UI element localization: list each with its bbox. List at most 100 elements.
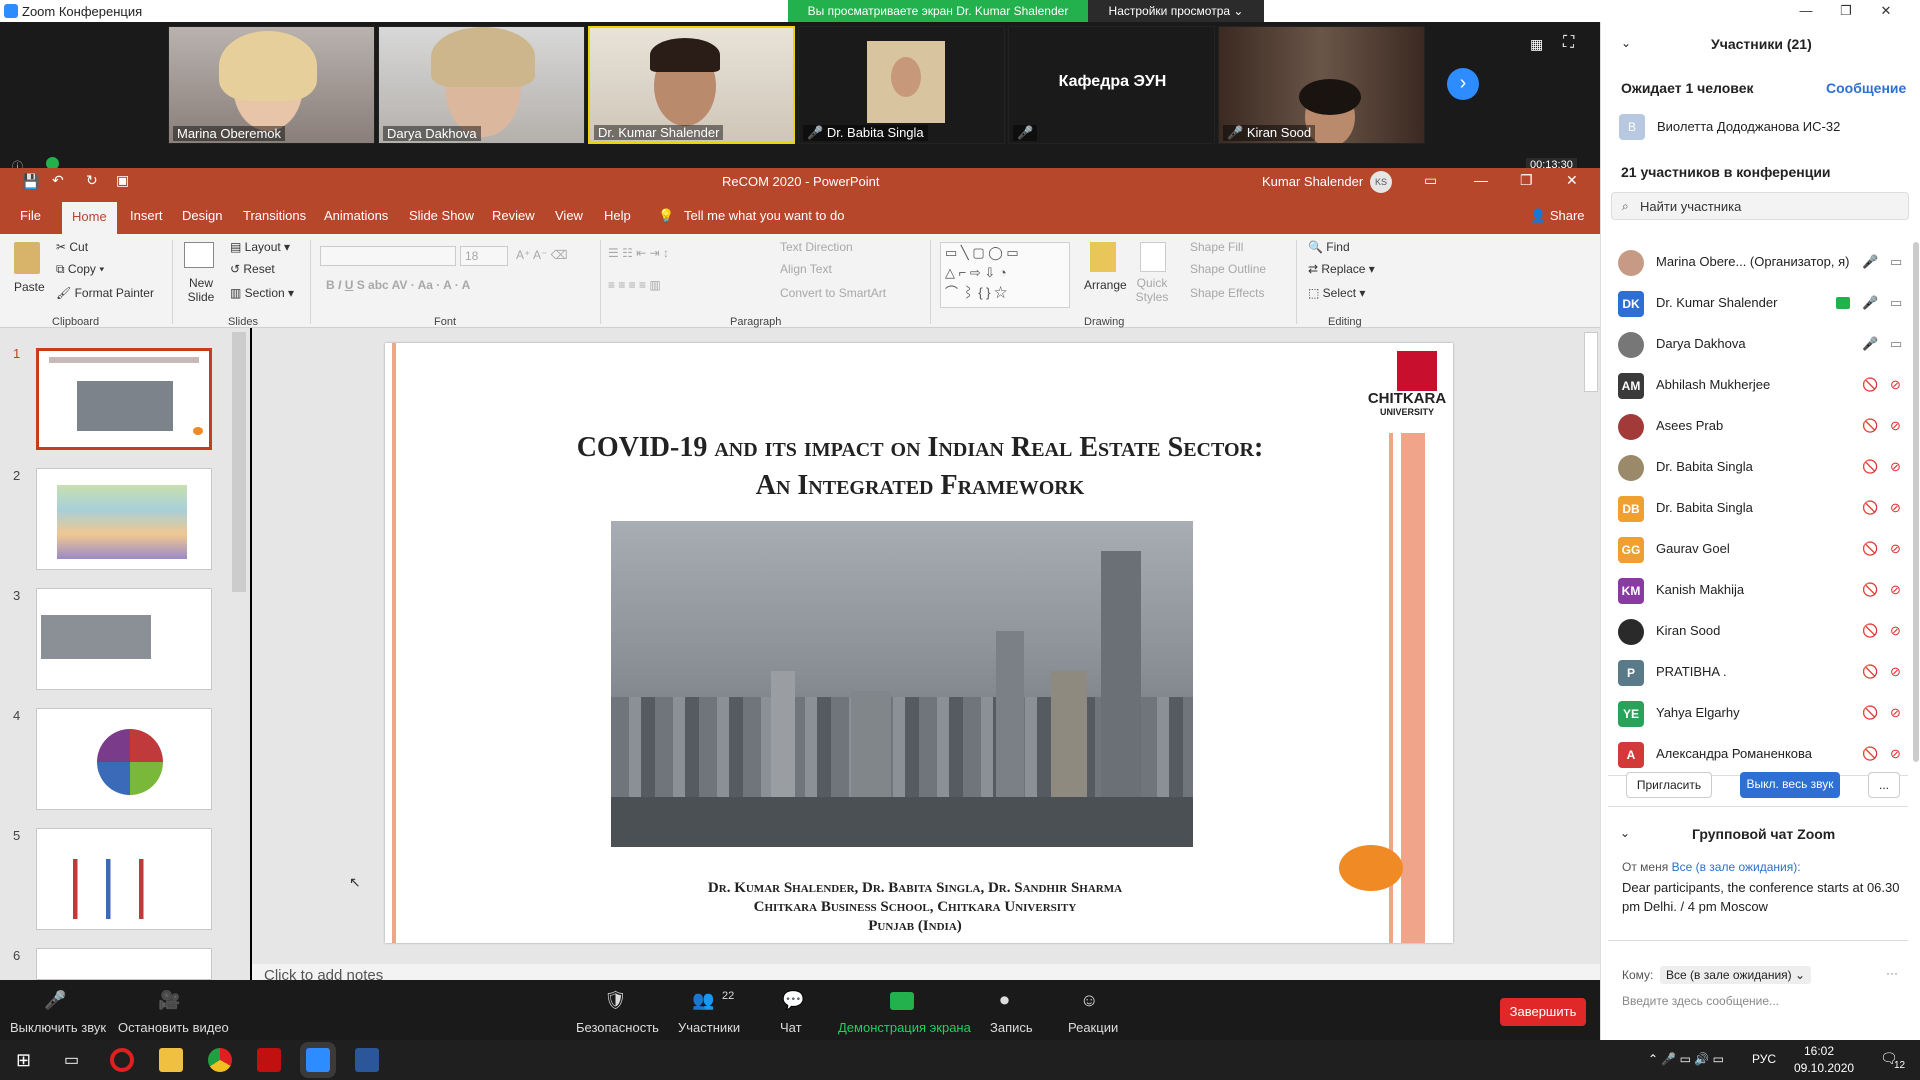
stop-video-button[interactable]: Остановить видео: [118, 1020, 229, 1035]
video-tile[interactable]: 🎤 Kiran Sood: [1218, 26, 1425, 144]
reactions-button[interactable]: Реакции: [1068, 1020, 1118, 1035]
text-direction-button[interactable]: Text Direction: [780, 240, 853, 254]
video-tile[interactable]: 🎤 Dr. Babita Singla: [798, 26, 1005, 144]
participants-icon[interactable]: 👥: [692, 990, 714, 1011]
chat-more-icon[interactable]: ···: [1886, 966, 1898, 980]
participants-button[interactable]: Участники: [678, 1020, 740, 1035]
tab-transitions[interactable]: Transitions: [243, 208, 306, 223]
cityscape-image[interactable]: [611, 521, 1193, 847]
mic-icon[interactable]: 🎤: [1862, 336, 1878, 352]
video-tile[interactable]: Darya Dakhova: [378, 26, 585, 144]
participant-row[interactable]: Darya Dakhova 🎤 ▭: [1618, 324, 1908, 365]
next-videos-button[interactable]: ›: [1447, 68, 1479, 100]
shape-outline-button[interactable]: Shape Outline: [1190, 262, 1266, 276]
mic-muted-icon[interactable]: 🚫: [1862, 418, 1878, 434]
reset-button[interactable]: ↺ Reset: [230, 262, 275, 276]
participant-row[interactable]: Dr. Babita Singla 🚫 ⊘: [1618, 447, 1908, 488]
mic-muted-icon[interactable]: 🚫: [1862, 459, 1878, 475]
camera-off-icon[interactable]: ⊘: [1890, 746, 1901, 762]
camera-off-icon[interactable]: ⊘: [1890, 418, 1901, 434]
share-screen-icon[interactable]: [890, 992, 914, 1010]
collapse-chat-icon[interactable]: ⌄: [1620, 826, 1630, 840]
participant-row[interactable]: YE Yahya Elgarhy 🚫 ⊘: [1618, 693, 1908, 734]
camera-off-icon[interactable]: ⊘: [1890, 500, 1901, 516]
recipient-dropdown[interactable]: Все (в зале ожидания) ⌄: [1660, 966, 1812, 984]
acrobat-icon[interactable]: [257, 1048, 281, 1072]
mic-muted-icon[interactable]: 🚫: [1862, 746, 1878, 762]
participant-row[interactable]: DB Dr. Babita Singla 🚫 ⊘: [1618, 488, 1908, 529]
camera-icon[interactable]: ▭: [1890, 254, 1902, 270]
align-text-button[interactable]: Align Text: [780, 262, 832, 276]
tab-view[interactable]: View: [555, 208, 583, 223]
chat-button[interactable]: Чат: [780, 1020, 802, 1035]
thumbnails-scrollbar[interactable]: [232, 332, 246, 592]
mic-icon[interactable]: 🎤: [1862, 254, 1878, 270]
ribbon-display-icon[interactable]: ▭: [1424, 172, 1437, 189]
format-painter-button[interactable]: 🖌 Format Painter: [56, 286, 154, 300]
camera-off-icon[interactable]: ⊘: [1890, 705, 1901, 721]
tab-home[interactable]: Home: [62, 202, 117, 234]
end-meeting-button[interactable]: Завершить: [1500, 998, 1586, 1026]
security-icon[interactable]: 🛡: [604, 990, 627, 1011]
slide-scrollbar[interactable]: [1584, 332, 1598, 392]
restore-button[interactable]: ❐: [1520, 172, 1533, 189]
clock-time[interactable]: 16:02: [1804, 1044, 1834, 1058]
save-icon[interactable]: 💾: [22, 173, 39, 190]
new-slide-button[interactable]: New Slide: [186, 276, 216, 304]
minimize-button[interactable]: —: [1786, 0, 1826, 22]
slide-title[interactable]: COVID-19 and its impact on Indian Real E…: [425, 429, 1415, 505]
participants-scrollbar[interactable]: [1913, 242, 1919, 762]
slide-thumbnail[interactable]: [36, 348, 212, 450]
participant-row[interactable]: Asees Prab 🚫 ⊘: [1618, 406, 1908, 447]
share-screen-button[interactable]: Демонстрация экрана: [838, 1020, 971, 1035]
video-tile[interactable]: Marina Oberemok: [168, 26, 375, 144]
restore-button[interactable]: ❐: [1826, 0, 1866, 22]
slide-thumbnail[interactable]: [36, 588, 212, 690]
chrome-icon[interactable]: [208, 1048, 232, 1072]
close-button[interactable]: ✕: [1566, 172, 1578, 189]
user-avatar[interactable]: KS: [1370, 171, 1392, 193]
message-waiting-link[interactable]: Сообщение: [1826, 80, 1906, 96]
collapse-icon[interactable]: ⌄: [1621, 36, 1631, 50]
new-slide-icon[interactable]: [184, 242, 214, 268]
align-icons[interactable]: ≡ ≡ ≡ ≡ ▥: [608, 278, 661, 292]
tray-icons[interactable]: ⌃ 🎤 ▭ 🔊 ▭: [1648, 1052, 1724, 1066]
section-button[interactable]: ▥ Section ▾: [230, 286, 294, 300]
slide-canvas[interactable]: CHITKARA UNIVERSITY COVID-19 and its imp…: [385, 343, 1453, 943]
mute-button[interactable]: Выключить звук: [10, 1020, 106, 1035]
tab-insert[interactable]: Insert: [130, 208, 163, 223]
mute-all-button[interactable]: Выкл. весь звук: [1740, 772, 1840, 798]
chat-icon[interactable]: 💬: [782, 990, 804, 1011]
windows-start-icon[interactable]: ⊞: [16, 1050, 31, 1071]
replace-button[interactable]: ⇄ Replace ▾: [1308, 262, 1375, 276]
camera-off-icon[interactable]: ⊘: [1890, 582, 1901, 598]
view-options-dropdown[interactable]: Настройки просмотра ⌄: [1088, 0, 1264, 22]
camera-off-icon[interactable]: ⊘: [1890, 459, 1901, 475]
mic-icon[interactable]: 🎤: [44, 990, 66, 1011]
convert-smartart-button[interactable]: Convert to SmartArt: [780, 286, 886, 300]
mic-muted-icon[interactable]: 🚫: [1862, 500, 1878, 516]
redo-icon[interactable]: ↻: [86, 172, 98, 189]
camera-off-icon[interactable]: ⊘: [1890, 541, 1901, 557]
zoom-taskbar-icon[interactable]: [306, 1048, 330, 1072]
tell-me-box[interactable]: Tell me what you want to do: [684, 208, 844, 223]
mic-muted-icon[interactable]: 🚫: [1862, 377, 1878, 393]
tab-file[interactable]: File: [20, 208, 41, 223]
participant-row[interactable]: AM Abhilash Mukherjee 🚫 ⊘: [1618, 365, 1908, 406]
tab-design[interactable]: Design: [182, 208, 222, 223]
share-button[interactable]: 👤 Share: [1530, 208, 1585, 224]
arrange-button[interactable]: Arrange: [1084, 278, 1127, 292]
layout-icon[interactable]: ▦: [1530, 36, 1543, 53]
chat-input[interactable]: Введите здесь сообщение...: [1622, 994, 1779, 1008]
participant-row[interactable]: KM Kanish Makhija 🚫 ⊘: [1618, 570, 1908, 611]
video-tile-active[interactable]: Dr. Kumar Shalender: [588, 26, 795, 144]
clock-date[interactable]: 09.10.2020: [1794, 1061, 1854, 1075]
quick-styles-icon[interactable]: [1140, 242, 1166, 272]
layout-button[interactable]: ▤ Layout ▾: [230, 240, 290, 254]
more-options-button[interactable]: ...: [1868, 772, 1900, 798]
video-tile[interactable]: Кафедра ЭУН 🎤: [1008, 26, 1215, 144]
slide-thumbnail[interactable]: [36, 948, 212, 980]
slideshow-icon[interactable]: ▣: [116, 172, 129, 189]
find-button[interactable]: 🔍 Find: [1308, 240, 1350, 254]
tab-review[interactable]: Review: [492, 208, 535, 223]
